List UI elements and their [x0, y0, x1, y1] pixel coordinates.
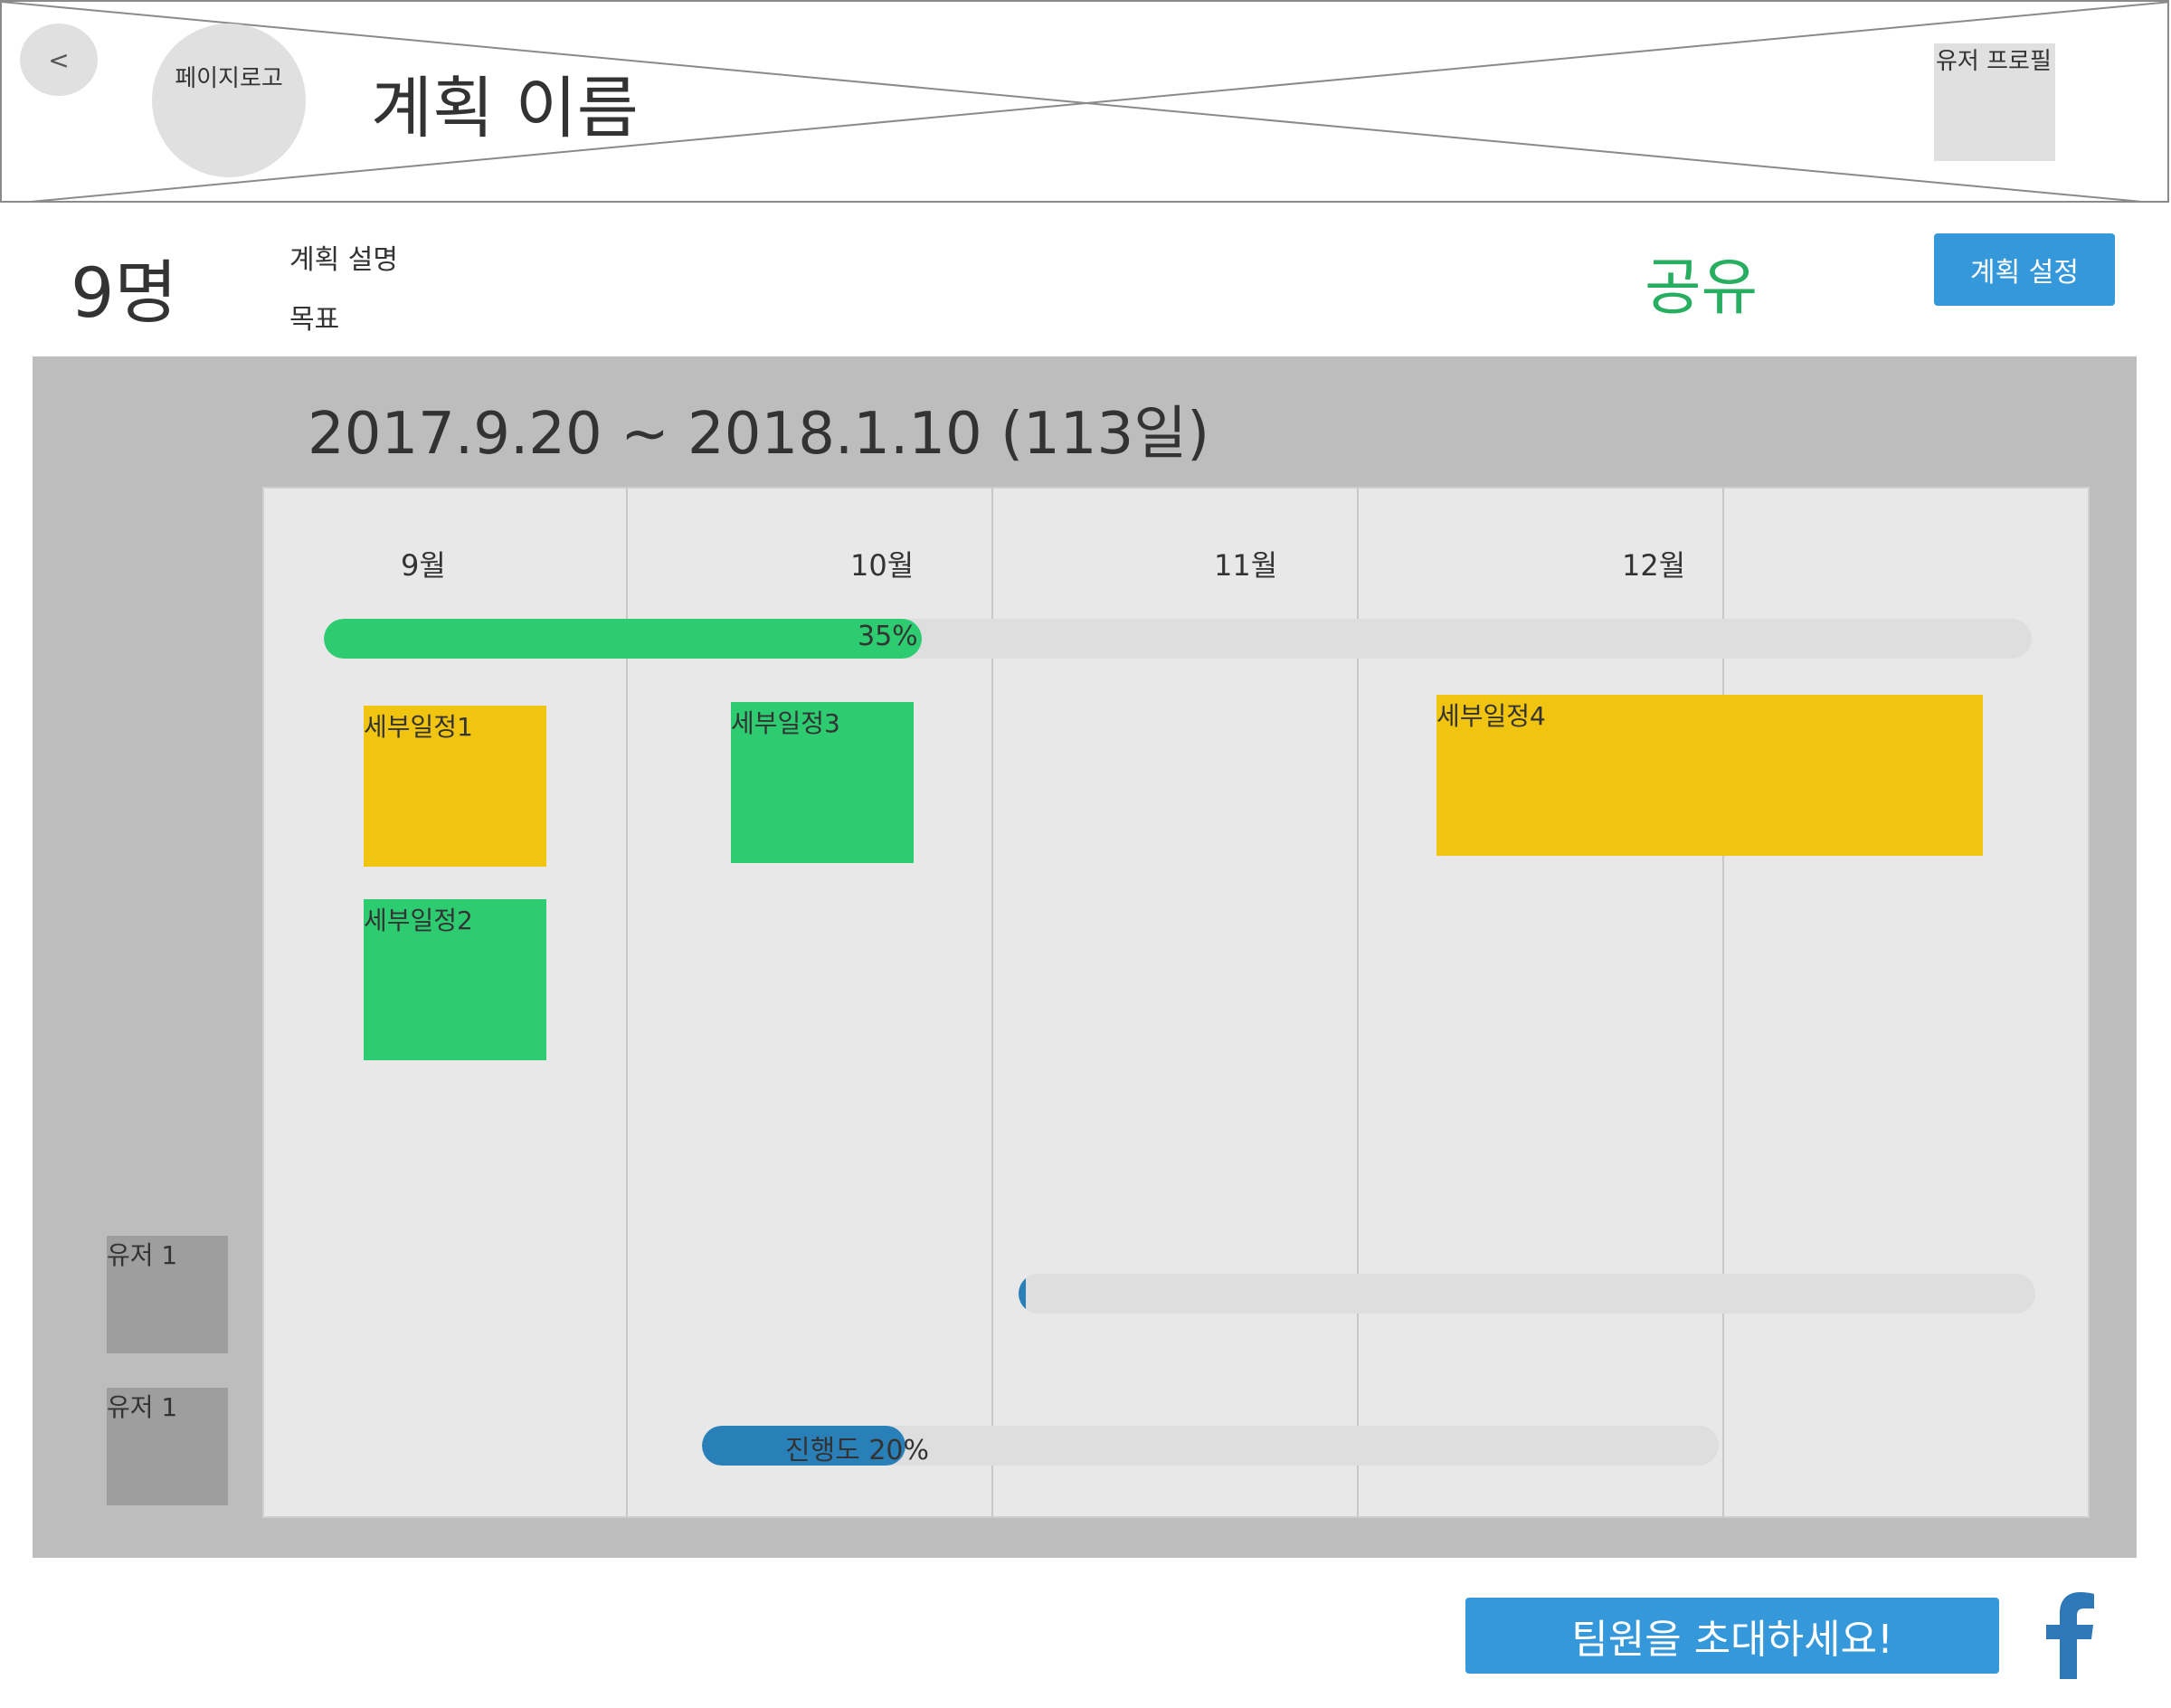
plan-settings-label: 계획 설정 [1970, 257, 2079, 289]
month-label-oct: 10월 [850, 548, 915, 583]
overall-progress-label: 35% [858, 621, 918, 652]
user-profile[interactable]: 유저 프로필 [1934, 43, 2055, 161]
task-block[interactable]: 세부일정4 [1436, 695, 1983, 856]
back-icon: < [48, 44, 70, 75]
user-progress-label: 진행도 20% [785, 1435, 930, 1466]
overall-progress-fill [324, 619, 922, 659]
share-button[interactable]: 공유 [1645, 237, 1758, 327]
task-block[interactable]: 세부일정1 [364, 706, 546, 867]
task-block[interactable]: 세부일정3 [731, 702, 914, 863]
page-logo[interactable]: 페이지로고 [152, 24, 306, 177]
invite-members-button[interactable]: 팀원을 초대하세요! [1465, 1598, 1999, 1674]
plan-settings-button[interactable]: 계획 설정 [1934, 233, 2115, 306]
month-label-sep: 9월 [401, 548, 446, 583]
user-avatar[interactable]: 유저 1 [107, 1388, 228, 1505]
month-label-dec: 12월 [1622, 548, 1686, 583]
plan-goal: 목표 [289, 304, 340, 336]
user-progress-fill [1019, 1274, 1026, 1314]
date-range: 2017.9.20 ~ 2018.1.10 (113일) [308, 401, 1210, 468]
task-block[interactable]: 세부일정2 [364, 899, 546, 1060]
facebook-icon[interactable] [2044, 1589, 2095, 1679]
header-placeholder-cross [2, 2, 2167, 201]
plan-title: 계획 이름 [371, 70, 639, 147]
month-label-nov: 11월 [1214, 548, 1278, 583]
invite-members-label: 팀원을 초대하세요! [1571, 1617, 1893, 1663]
user-avatar[interactable]: 유저 1 [107, 1236, 228, 1353]
page-header [0, 0, 2169, 203]
overall-progress-track [324, 619, 2032, 659]
page-logo-label: 페이지로고 [175, 65, 283, 92]
user-progress-track [1019, 1274, 2035, 1314]
back-button[interactable]: < [20, 24, 98, 96]
plan-description: 계획 설명 [289, 244, 398, 276]
member-count: 9명 [71, 252, 178, 333]
